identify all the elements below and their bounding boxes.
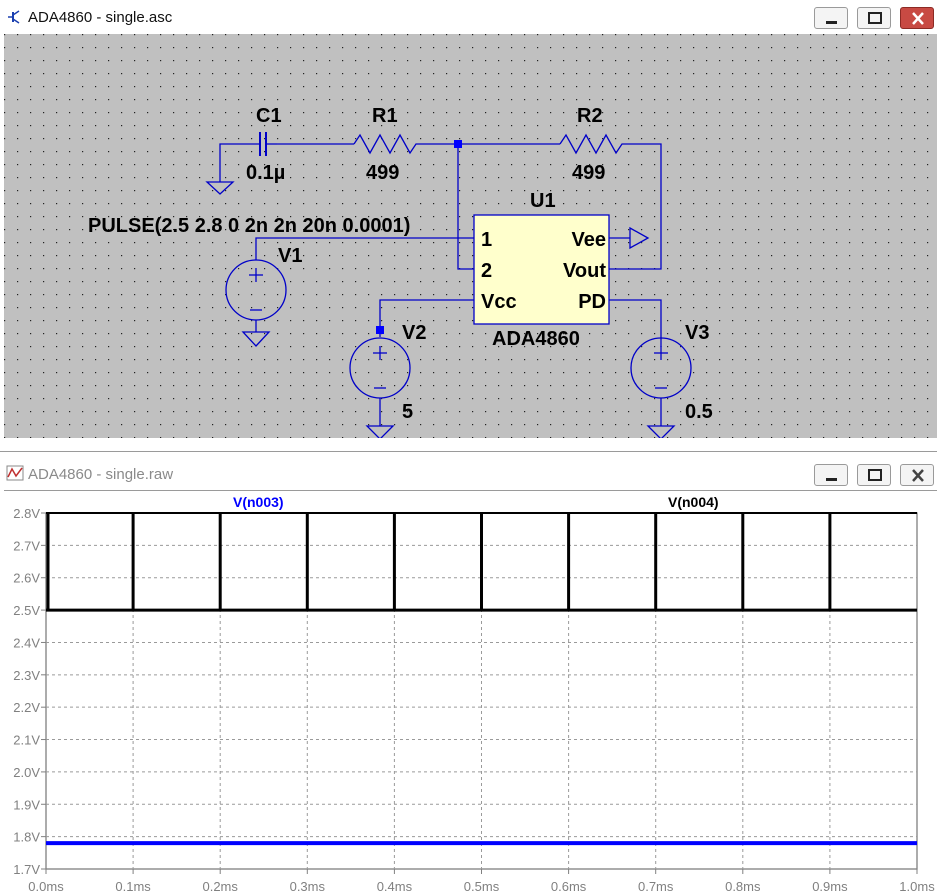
c1-value: 0.1µ bbox=[246, 162, 285, 184]
schematic-titlebar[interactable]: ADA4860 - single.asc bbox=[0, 0, 937, 34]
schematic-window: ADA4860 - single.asc C1 0.1µ R1 499 R2 4… bbox=[0, 0, 937, 452]
x-tick-label: 1.0ms bbox=[899, 879, 935, 894]
trace-label-n004[interactable]: V(n004) bbox=[668, 494, 719, 510]
v3-value: 0.5 bbox=[685, 401, 713, 423]
y-tick-label: 2.2V bbox=[13, 700, 40, 715]
y-tick-label: 2.6V bbox=[13, 571, 40, 586]
close-button[interactable] bbox=[900, 464, 934, 486]
maximize-icon bbox=[868, 469, 882, 481]
c1-name: C1 bbox=[256, 105, 282, 127]
u1-pin-vee: Vee bbox=[572, 229, 606, 251]
v1-name: V1 bbox=[278, 245, 302, 267]
u1-pin1: 1 bbox=[481, 229, 492, 251]
y-tick-label: 2.4V bbox=[13, 635, 40, 650]
r2-name: R2 bbox=[577, 105, 603, 127]
y-tick-label: 2.1V bbox=[13, 733, 40, 748]
x-tick-label: 0.5ms bbox=[464, 879, 500, 894]
maximize-button[interactable] bbox=[857, 464, 891, 486]
y-tick-label: 2.5V bbox=[13, 603, 40, 618]
x-axis: 0.0ms 0.1ms 0.2ms 0.3ms 0.4ms 0.5ms 0.6ms 0.7ms… bbox=[28, 869, 935, 894]
y-tick-label: 1.9V bbox=[13, 797, 40, 812]
minimize-button[interactable] bbox=[814, 464, 848, 486]
x-tick-label: 0.7ms bbox=[638, 879, 674, 894]
trace-label-n003[interactable]: V(n003) bbox=[233, 494, 284, 510]
v2-value: 5 bbox=[402, 401, 413, 423]
maximize-icon bbox=[868, 12, 882, 24]
net-label-dot bbox=[376, 326, 384, 334]
v3-name: V3 bbox=[685, 322, 709, 344]
close-button[interactable] bbox=[900, 7, 934, 29]
x-tick-label: 0.6ms bbox=[551, 879, 587, 894]
u1-pin-vout: Vout bbox=[563, 260, 606, 282]
x-tick-label: 0.4ms bbox=[377, 879, 413, 894]
close-icon bbox=[912, 469, 924, 482]
minimize-icon bbox=[826, 21, 837, 24]
schematic-title: ADA4860 - single.asc bbox=[28, 9, 173, 26]
waveform-plot[interactable]: 1.7V 1.8V 1.9V 2.0V 2.1V 2.2V 2.3V 2.4V 2.5V 2.6V… bbox=[4, 491, 937, 896]
v2-name: V2 bbox=[402, 322, 426, 344]
u1-pin2: 2 bbox=[481, 260, 492, 282]
r1-value: 499 bbox=[366, 162, 399, 184]
y-tick-label: 2.3V bbox=[13, 668, 40, 683]
schematic-canvas[interactable]: C1 0.1µ R1 499 R2 499 U1 PULSE(2.5 2.8 0… bbox=[4, 34, 937, 438]
r1-name: R1 bbox=[372, 105, 398, 127]
y-tick-label: 2.8V bbox=[13, 506, 40, 521]
v1-value: PULSE(2.5 2.8 0 2n 2n 20n 0.0001) bbox=[88, 215, 410, 237]
y-axis: 1.7V 1.8V 1.9V 2.0V 2.1V 2.2V 2.3V 2.4V 2.5V 2.6V… bbox=[13, 506, 46, 877]
waveform-icon bbox=[6, 465, 24, 481]
junction-dot bbox=[454, 140, 462, 148]
u1-pin-pd: PD bbox=[578, 291, 606, 313]
x-tick-label: 0.9ms bbox=[812, 879, 848, 894]
u1-pin-vcc: Vcc bbox=[481, 291, 517, 313]
transistor-icon bbox=[8, 10, 20, 24]
y-tick-label: 1.8V bbox=[13, 830, 40, 845]
x-tick-label: 0.0ms bbox=[28, 879, 64, 894]
plot-pane[interactable]: 1.7V 1.8V 1.9V 2.0V 2.1V 2.2V 2.3V 2.4V 2.5V 2.6V… bbox=[4, 490, 937, 896]
u1-part: ADA4860 bbox=[492, 328, 580, 350]
x-tick-label: 0.3ms bbox=[290, 879, 326, 894]
waveform-title: ADA4860 - single.raw bbox=[28, 466, 174, 483]
close-icon bbox=[912, 12, 924, 25]
minimize-button[interactable] bbox=[814, 7, 848, 29]
x-tick-label: 0.2ms bbox=[202, 879, 238, 894]
y-tick-label: 1.7V bbox=[13, 862, 40, 877]
x-tick-label: 0.1ms bbox=[115, 879, 151, 894]
y-tick-label: 2.0V bbox=[13, 765, 40, 780]
waveform-titlebar[interactable]: ADA4860 - single.raw bbox=[0, 460, 937, 490]
x-tick-label: 0.8ms bbox=[725, 879, 761, 894]
waveform-window: ADA4860 - single.raw 1.7V 1.8V 1.9V 2.0V 2.1… bbox=[0, 460, 937, 896]
y-tick-label: 2.7V bbox=[13, 538, 40, 553]
u1-name: U1 bbox=[530, 190, 556, 212]
minimize-icon bbox=[826, 478, 837, 481]
maximize-button[interactable] bbox=[857, 7, 891, 29]
r2-value: 499 bbox=[572, 162, 605, 184]
